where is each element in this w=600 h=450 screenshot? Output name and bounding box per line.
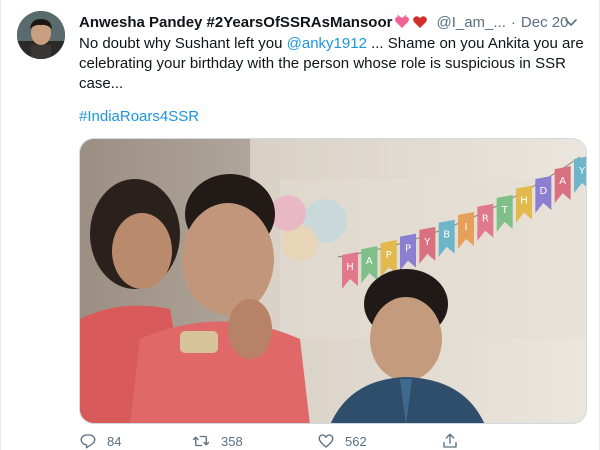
tweet-media-image[interactable]: HAPPYBIRTHDAY [79, 138, 587, 424]
banner-letter: A [559, 176, 566, 187]
like-icon [318, 434, 334, 448]
banner-letter: P [386, 250, 392, 261]
chevron-down-icon[interactable] [561, 12, 581, 32]
tweet-text: No doubt why Sushant left you @anky1912 … [79, 34, 589, 94]
banner-letter: Y [423, 237, 431, 248]
reply-icon [80, 434, 96, 449]
banner-letter: P [405, 244, 411, 255]
banner-letter: D [539, 186, 547, 197]
retweet-icon [192, 435, 210, 447]
banner-letter: I [465, 222, 468, 233]
share-button[interactable] [441, 432, 469, 450]
reply-count: 84 [107, 433, 122, 449]
banner-letter: R [482, 214, 489, 225]
reply-button[interactable]: 84 [79, 432, 121, 450]
tweet-text-part1: No doubt why Sushant left you [79, 35, 287, 52]
retweet-count: 358 [221, 433, 243, 449]
user-handle[interactable]: @I_am_... [436, 14, 505, 31]
avatar[interactable] [17, 11, 65, 59]
separator-dot: · [510, 13, 516, 31]
display-name[interactable]: Anwesha Pandey #2YearsOfSSRAsMansoor [79, 14, 392, 31]
banner-letter: T [501, 205, 509, 216]
banner-letter: A [366, 256, 373, 267]
banner-letter: Y [578, 166, 586, 177]
tweet-actions: 84 358 562 [79, 432, 499, 450]
like-button[interactable]: 562 [317, 432, 367, 450]
tweet-card[interactable]: Anwesha Pandey #2YearsOfSSRAsMansoor @I_… [0, 0, 600, 450]
banner-letter: H [520, 196, 528, 207]
hashtag-link[interactable]: #IndiaRoars4SSR [79, 108, 199, 125]
heart-emoji-icon [394, 14, 430, 30]
share-icon [443, 433, 457, 448]
banner-letter: B [443, 230, 450, 241]
banner-letter: H [346, 262, 354, 273]
tweet-header: Anwesha Pandey #2YearsOfSSRAsMansoor @I_… [79, 12, 589, 32]
mention-link[interactable]: @anky1912 [287, 35, 367, 52]
retweet-button[interactable]: 358 [191, 432, 243, 450]
like-count: 562 [345, 433, 367, 449]
